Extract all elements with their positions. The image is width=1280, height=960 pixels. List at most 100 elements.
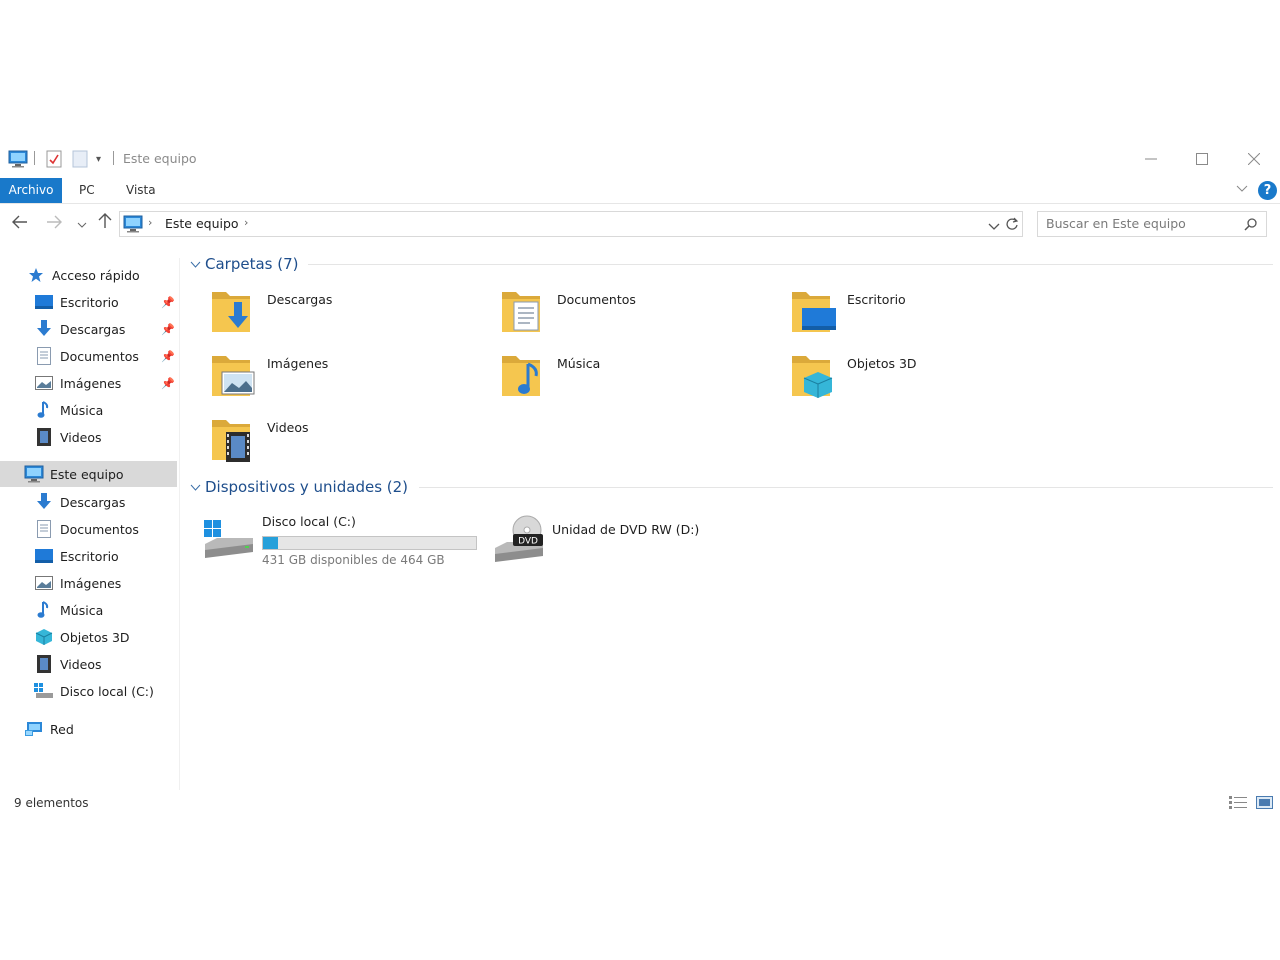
folder-tile-musica[interactable]: Música xyxy=(480,350,760,406)
documents-folder-icon xyxy=(500,286,548,336)
dvd-drive-icon: DVD xyxy=(493,514,547,564)
nav-pc-imagenes[interactable]: Imágenes xyxy=(0,570,177,596)
customize-toolbar-icon[interactable]: ▾ xyxy=(96,149,101,169)
videos-icon xyxy=(34,428,54,446)
nav-quick-musica[interactable]: Música xyxy=(0,397,177,423)
computer-icon[interactable] xyxy=(8,149,28,169)
dvd-badge: DVD xyxy=(518,537,538,547)
group-header-devices[interactable]: Dispositivos y unidades (2) xyxy=(185,476,1275,498)
pictures-folder-icon xyxy=(210,350,258,400)
breadcrumb-chevron-icon[interactable]: › xyxy=(148,216,152,229)
documents-icon xyxy=(34,520,54,538)
refresh-icon[interactable] xyxy=(1005,217,1019,234)
address-bar[interactable]: › Este equipo › xyxy=(119,211,1023,237)
breadcrumb[interactable]: Este equipo xyxy=(165,216,239,231)
nav-quick-escritorio[interactable]: Escritorio 📌 xyxy=(0,289,177,315)
recent-locations-button[interactable] xyxy=(72,213,92,235)
group-title: Dispositivos y unidades (2) xyxy=(205,478,409,496)
drive-label: Disco local (C:) xyxy=(262,514,356,529)
tab-pc[interactable]: PC xyxy=(71,178,103,203)
folder-tile-descargas[interactable]: Descargas xyxy=(190,286,470,342)
videos-icon xyxy=(34,655,54,673)
nav-pc-videos[interactable]: Videos xyxy=(0,651,177,677)
nav-quick-documentos[interactable]: Documentos 📌 xyxy=(0,343,177,369)
nav-pc-disco-local[interactable]: Disco local (C:) xyxy=(0,678,177,704)
nav-este-equipo[interactable]: Este equipo xyxy=(0,461,177,487)
drive-label: Unidad de DVD RW (D:) xyxy=(552,522,700,537)
nav-pc-documentos[interactable]: Documentos xyxy=(0,516,177,542)
nav-label: Escritorio xyxy=(60,548,119,564)
back-button[interactable] xyxy=(10,213,30,235)
search-icon[interactable] xyxy=(1244,217,1258,234)
help-button[interactable]: ? xyxy=(1258,181,1277,200)
nav-red[interactable]: Red xyxy=(0,716,177,742)
expand-ribbon-icon[interactable] xyxy=(1236,182,1248,196)
nav-quick-access[interactable]: Acceso rápido xyxy=(0,262,177,288)
pin-icon[interactable]: 📌 xyxy=(161,377,175,390)
search-input[interactable] xyxy=(1046,216,1236,231)
close-button[interactable] xyxy=(1231,144,1277,174)
group-divider xyxy=(419,487,1273,488)
maximize-button[interactable] xyxy=(1179,144,1225,174)
forward-button[interactable] xyxy=(44,213,64,235)
window-title: Este equipo xyxy=(123,151,197,166)
folder-tile-imagenes[interactable]: Imágenes xyxy=(190,350,470,406)
folder-label: Videos xyxy=(267,420,309,435)
nav-pc-musica[interactable]: Música xyxy=(0,597,177,623)
tab-vista[interactable]: Vista xyxy=(118,178,164,203)
folder-label: Escritorio xyxy=(847,292,906,307)
navigation-pane: Acceso rápido Escritorio 📌 Descargas 📌 D… xyxy=(0,258,180,790)
large-icons-view-icon[interactable] xyxy=(1256,795,1274,811)
nav-quick-videos[interactable]: Videos xyxy=(0,424,177,450)
objects3d-folder-icon xyxy=(790,350,838,400)
explorer-window: ▾ Este equipo Archivo PC Vista ? › Este … xyxy=(0,140,1280,820)
pin-icon[interactable]: 📌 xyxy=(161,323,175,336)
nav-label: Imágenes xyxy=(60,375,122,391)
status-item-count: 9 elementos xyxy=(14,796,89,810)
title-bar: ▾ Este equipo xyxy=(0,140,1280,176)
up-button[interactable] xyxy=(95,213,115,235)
collapse-chevron-icon[interactable] xyxy=(185,481,205,494)
desktop-icon xyxy=(34,293,54,311)
nav-pc-descargas[interactable]: Descargas xyxy=(0,489,177,515)
group-title: Carpetas (7) xyxy=(205,255,299,273)
properties-icon[interactable] xyxy=(46,149,62,169)
nav-label: Red xyxy=(50,721,74,737)
folder-tile-videos[interactable]: Videos xyxy=(190,414,470,470)
nav-label: Objetos 3D xyxy=(60,629,130,645)
nav-label: Música xyxy=(60,402,104,418)
drive-free-space: 431 GB disponibles de 464 GB xyxy=(262,553,445,567)
nav-quick-descargas[interactable]: Descargas 📌 xyxy=(0,316,177,342)
tab-archivo[interactable]: Archivo xyxy=(0,178,62,203)
pin-icon[interactable]: 📌 xyxy=(161,296,175,309)
group-header-folders[interactable]: Carpetas (7) xyxy=(185,253,1275,275)
details-view-icon[interactable] xyxy=(1229,795,1247,811)
drive-tile-c[interactable]: Disco local (C:) 431 GB disponibles de 4… xyxy=(185,508,485,574)
folder-tile-objetos-3d[interactable]: Objetos 3D xyxy=(770,350,1050,406)
nav-label: Videos xyxy=(60,656,102,672)
breadcrumb-chevron-icon[interactable]: › xyxy=(244,216,248,229)
ribbon: Archivo PC Vista ? xyxy=(0,178,1280,204)
nav-label: Escritorio xyxy=(60,294,119,310)
folder-label: Documentos xyxy=(557,292,636,307)
nav-label: Documentos xyxy=(60,348,139,364)
new-folder-icon[interactable] xyxy=(72,149,88,169)
folder-tile-escritorio[interactable]: Escritorio xyxy=(770,286,1050,342)
address-history-icon[interactable] xyxy=(988,220,1000,234)
collapse-chevron-icon[interactable] xyxy=(185,258,205,271)
local-disk-icon xyxy=(34,682,54,700)
nav-quick-imagenes[interactable]: Imágenes 📌 xyxy=(0,370,177,396)
pictures-icon xyxy=(34,374,54,392)
separator xyxy=(113,151,114,165)
nav-label: Música xyxy=(60,602,104,618)
drive-tile-d[interactable]: DVD Unidad de DVD RW (D:) xyxy=(475,508,775,574)
minimize-button[interactable] xyxy=(1128,144,1174,174)
nav-pc-escritorio[interactable]: Escritorio xyxy=(0,543,177,569)
nav-pc-objetos-3d[interactable]: Objetos 3D xyxy=(0,624,177,650)
desktop-folder-icon xyxy=(790,286,838,336)
music-icon xyxy=(34,601,54,619)
search-box[interactable] xyxy=(1037,211,1267,237)
pin-icon[interactable]: 📌 xyxy=(161,350,175,363)
folder-label: Música xyxy=(557,356,601,371)
folder-tile-documentos[interactable]: Documentos xyxy=(480,286,760,342)
